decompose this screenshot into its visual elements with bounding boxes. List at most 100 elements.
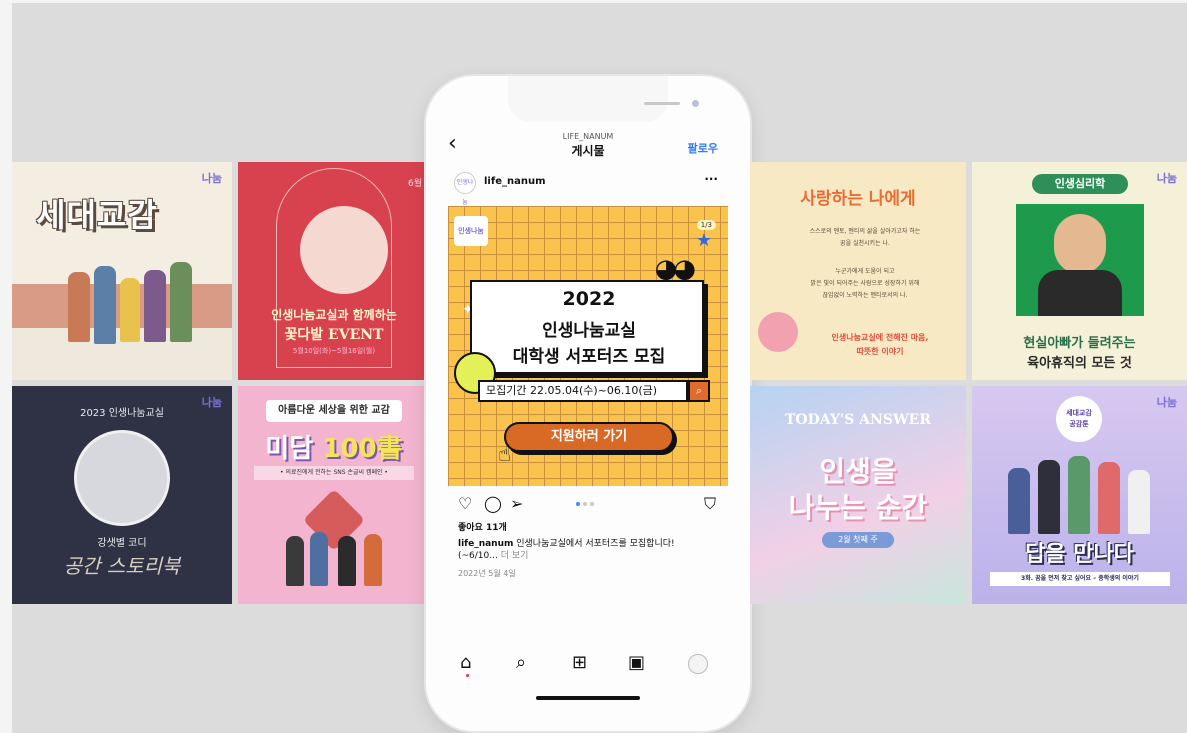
feed-tile-answer[interactable]: TODAY'S ANSWER 인생을 나누는 순간 2월 첫째 주 (750, 386, 966, 604)
add-post-icon[interactable]: ⊞ (572, 652, 587, 673)
tile-caption: 3화. 꿈을 먼저 찾고 싶어요 – 중학생의 이야기 (990, 572, 1170, 586)
post-username[interactable]: life_nanum (484, 176, 546, 187)
follow-button[interactable]: 팔로우 (688, 140, 718, 156)
logo-badge: 나눔 (1156, 396, 1177, 409)
recruit-year: 2022 (562, 288, 616, 310)
badge-line: 세대교감 (1066, 409, 1092, 417)
caption-text-continued: (~6/10... (458, 551, 501, 561)
letter-highlight: 인생나눔교실에 전해진 마음, (831, 333, 929, 342)
phone-mockup: ‹ LIFE_NANUM 게시물 팔로우 인생나눔 life_nanum ···… (426, 76, 750, 731)
letter-text: 스스로의 멘토, 멘티의 삶을 살아가고자 하는 (809, 228, 921, 235)
bookmark-icon[interactable]: ⛉ (704, 494, 716, 514)
carousel-dots (576, 502, 600, 508)
feed-tile-psychology[interactable]: 나눔 인생심리학 현실아빠가 들려주는 육아휴직의 모든 것 (972, 162, 1187, 380)
recruit-title-card: 2022 인생나눔교실 대학생 서포터즈 모집 (470, 280, 704, 374)
bottom-tab-bar: ⌂ ⌕ ⊞ ▣ (456, 652, 720, 677)
phone-notch (508, 76, 699, 122)
feed-tile-interview[interactable]: 나눔 2023 인생나눔교실 강샛별 코디 공간 스토리북 (12, 386, 232, 604)
portrait-photo (74, 430, 170, 526)
avatar[interactable]: 인생나눔 (454, 172, 476, 206)
carousel-dot (590, 502, 594, 506)
people-illustration (1128, 470, 1150, 534)
post-header: 인생나눔 life_nanum ··· (448, 172, 728, 206)
family-illustration (68, 272, 90, 342)
tile-tag: 2월 첫째 주 (822, 532, 894, 548)
family-illustration (170, 262, 192, 342)
more-options-icon[interactable]: ··· (704, 172, 718, 186)
speaker-grille (644, 102, 680, 105)
post-image[interactable]: 인생나눔 1/3 ★ ◕◕ ✦ 2022 인생나눔교실 대학생 서포터즈 모집 … (448, 206, 728, 486)
feed-tile-flower-event[interactable]: 6월 인생나눔교실과 함께하는 꽃다발 EVENT 5월10일(화)~5월16일… (238, 162, 430, 380)
family-illustration (144, 270, 166, 342)
people-illustration (1038, 460, 1060, 534)
caption-text: 인생나눔교실에서 서포터즈를 모집합니다! (513, 539, 675, 549)
badge-line: 공감툰 (1069, 420, 1089, 428)
profile-avatar[interactable] (688, 654, 708, 674)
carousel-page-indicator: 1/3 (696, 220, 716, 230)
feed-tile-webtoon[interactable]: 나눔 세대교감공감툰 답을 만나다 3화. 꿈을 먼저 찾고 싶어요 – 중학생… (972, 386, 1187, 604)
tile-tag: 인생심리학 (1032, 174, 1128, 194)
tile-heading: TODAY'S ANSWER (785, 412, 931, 428)
webtoon-badge: 세대교감공감툰 (1056, 396, 1102, 442)
home-icon[interactable]: ⌂ (460, 652, 471, 673)
apply-button: 지원하러 가기 (504, 422, 674, 452)
nav-title: 게시물 (571, 144, 605, 158)
reels-icon[interactable]: ▣ (628, 652, 645, 673)
likes-count[interactable]: 좋아요 11개 (458, 520, 507, 533)
logo-badge: 나눔 (201, 172, 222, 185)
search-icon[interactable]: ⌕ (516, 652, 526, 673)
story-title: 공간 스토리북 (63, 554, 181, 578)
post-date: 2022년 5월 4일 (458, 569, 516, 578)
post-actions: ♡ ◯ ➢ ⛉ (448, 494, 728, 516)
post-logo: 인생나눔 (454, 216, 488, 246)
tile-caption: 현실아빠가 들려주는 (1023, 336, 1136, 351)
recruit-org: 인생나눔교실 (542, 321, 636, 341)
letter-text: 밝은 빛이 되어주는 사람으로 성장하기 위해 (810, 280, 920, 287)
heart-icon[interactable]: ♡ (458, 494, 472, 513)
pointer-hand-icon: ☝ (498, 442, 512, 467)
tile-title: 사랑하는 나에게 (800, 189, 916, 209)
caption-username[interactable]: life_nanum (458, 539, 513, 549)
carousel-dot (583, 502, 587, 506)
tile-title: 세대교감 (36, 196, 158, 234)
letter-highlight: 따뜻한 이야기 (856, 347, 904, 356)
event-subtitle: 인생나눔교실과 함께하는 (271, 308, 397, 322)
side-label: 6월 (407, 179, 422, 189)
event-date: 5월10일(화)~5월16일(월) (292, 347, 376, 355)
people-illustration (364, 534, 382, 586)
family-illustration (120, 278, 140, 342)
campaign-title: 미담 100書 (238, 428, 430, 465)
tile-caption: 육아휴직의 모든 것 (1027, 356, 1132, 371)
home-indicator[interactable] (536, 696, 640, 700)
flower-illustration (758, 312, 798, 352)
tile-title: 인생을 (819, 455, 897, 488)
front-camera (692, 100, 699, 107)
people-illustration (310, 532, 328, 586)
more-link[interactable]: 더 보기 (501, 551, 529, 561)
family-illustration (94, 266, 116, 344)
recruit-title: 대학생 서포터즈 모집 (512, 347, 666, 367)
search-icon: ⌕ (688, 380, 710, 402)
post-caption: life_nanum 인생나눔교실에서 서포터즈를 모집합니다! (~6/10..… (458, 538, 718, 562)
event-title: 꽃다발 EVENT (284, 327, 384, 343)
comment-icon[interactable]: ◯ (484, 494, 502, 513)
feed-tile-generation[interactable]: 나눔 세대교감 (12, 162, 232, 380)
feed-tile-letter[interactable]: 사랑하는 나에게 스스로의 멘토, 멘티의 삶을 살아가고자 하는 꿈을 실천시… (750, 162, 966, 380)
letter-text: 끊임없이 노력하는 멘티로서의 나. (822, 292, 908, 299)
feed-tile-campaign[interactable]: 아름다운 세상을 위한 교감 미담 100書 • 의료진에게 전하는 SNS 손… (238, 386, 430, 604)
frame-edge-left (0, 0, 12, 733)
people-illustration (1098, 462, 1120, 534)
flower-bouquet-image (300, 206, 388, 294)
send-icon[interactable]: ➢ (510, 494, 523, 513)
speaker-portrait (1054, 214, 1106, 274)
letter-text: 누군가에게 도움이 되고 (835, 268, 895, 275)
people-illustration (1008, 468, 1030, 534)
frame-edge (0, 0, 1187, 3)
interviewee-name: 강샛별 코디 (97, 538, 147, 549)
post-nav-bar: ‹ LIFE_NANUM 게시물 팔로우 (448, 128, 728, 162)
tile-title: 나누는 순간 (788, 491, 928, 524)
campaign-subtitle: • 의료진에게 전하는 SNS 손글씨 캠페인 • (254, 466, 414, 480)
campaign-banner: 아름다운 세상을 위한 교감 (266, 400, 402, 422)
tile-title: 답을 만나다 (1025, 542, 1134, 567)
recruit-period: 모집기간 22.05.04(수)~06.10(금) (478, 380, 688, 402)
